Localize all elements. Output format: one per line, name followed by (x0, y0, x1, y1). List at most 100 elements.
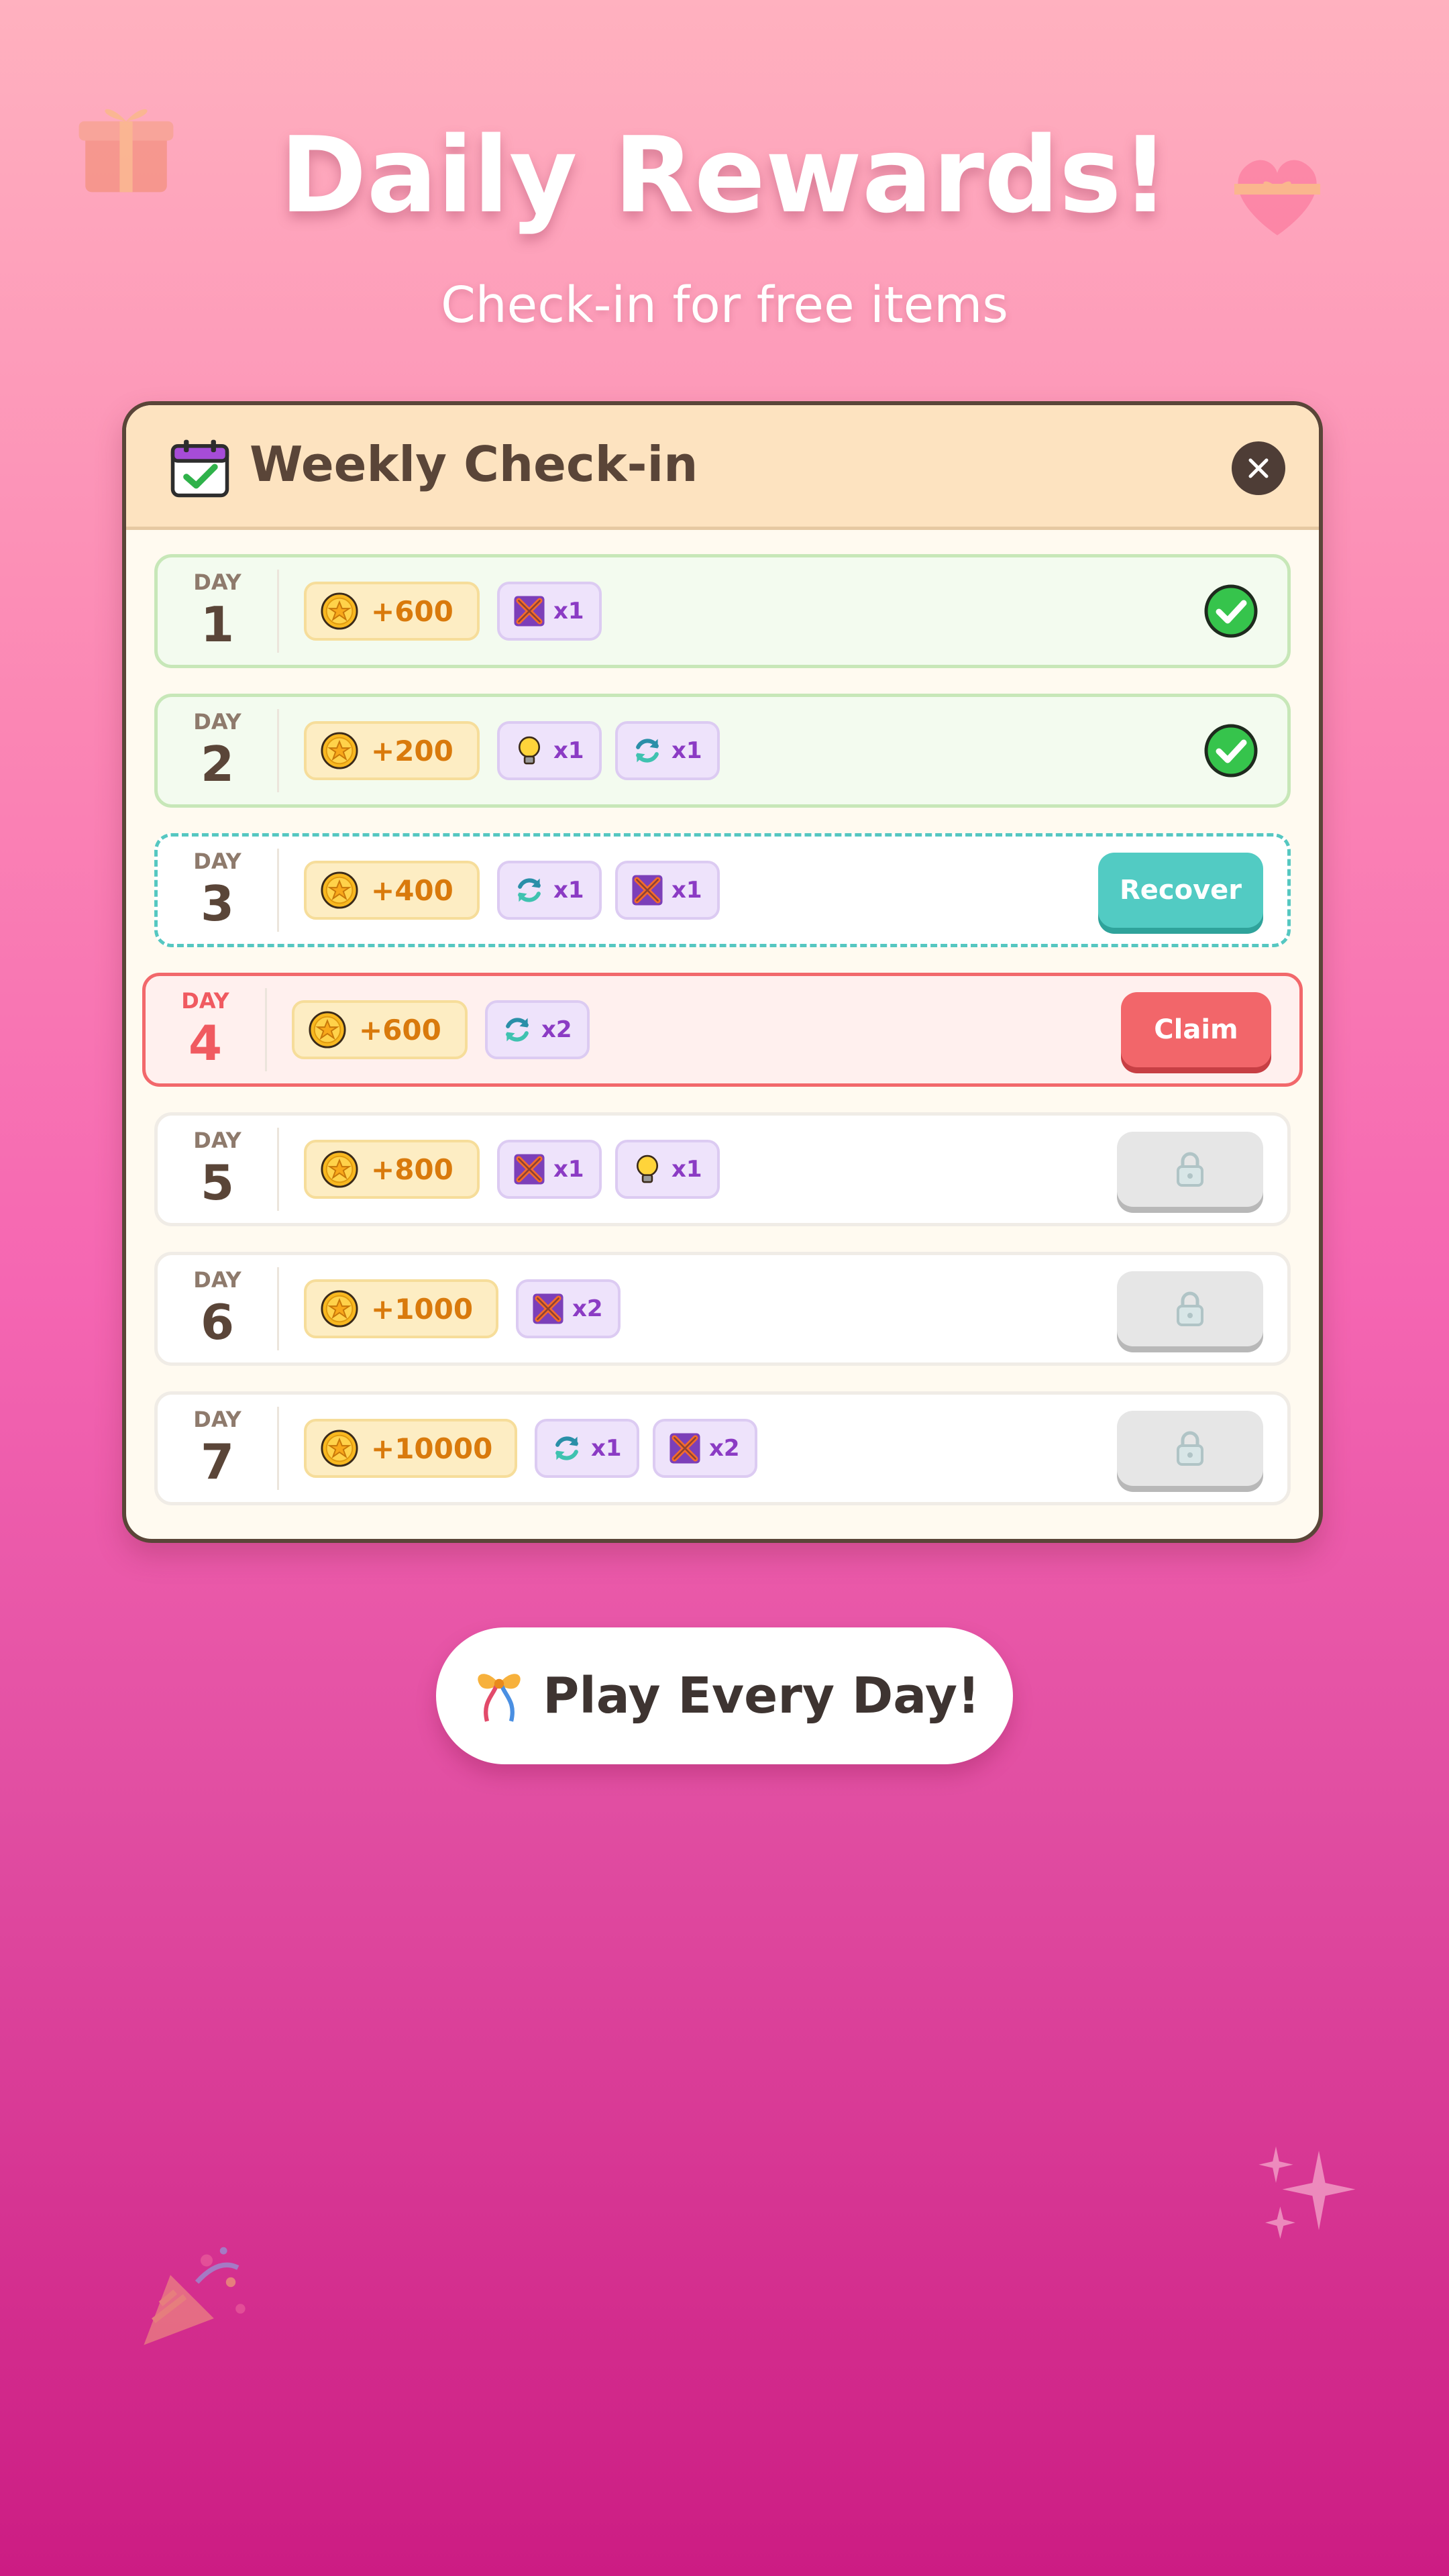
day-label-block: DAY 3 (158, 837, 277, 944)
claimed-check (1203, 722, 1259, 779)
refresh-icon (506, 1018, 529, 1042)
day-row-7: DAY 7 +10000 x1 x2 (154, 1391, 1291, 1505)
locked-button[interactable] (1117, 1411, 1263, 1486)
day-label: DAY (193, 1267, 241, 1293)
day-number: 7 (200, 1434, 235, 1490)
play-every-day-button[interactable]: Play Every Day! (436, 1627, 1013, 1764)
recover-button[interactable]: Recover (1098, 853, 1263, 928)
item-quantity: x1 (672, 877, 702, 904)
card-title: Weekly Check-in (250, 436, 698, 492)
play-every-day-label: Play Every Day! (543, 1667, 980, 1725)
item-reward: x1 (497, 1140, 602, 1199)
divider (277, 1128, 279, 1211)
page-subtitle: Check-in for free items (441, 276, 1008, 334)
item-quantity: x2 (572, 1295, 603, 1322)
day-number: 6 (200, 1294, 235, 1350)
day-row-3: DAY 3 +400 x1 x1 Recover (154, 833, 1291, 947)
day-label-block: DAY 2 (158, 697, 277, 804)
hint-bulb-icon (518, 736, 541, 765)
page-title: Daily Rewards! (280, 114, 1169, 236)
shuffle-icon (632, 875, 663, 906)
calendar-check-icon (170, 439, 229, 498)
coin-amount: +400 (371, 873, 453, 907)
lock-icon (1177, 1291, 1203, 1326)
day-label-block: DAY 1 (158, 557, 277, 665)
day-label-block: DAY 5 (158, 1116, 277, 1223)
day-label: DAY (181, 988, 229, 1014)
day-number: 2 (200, 736, 235, 792)
day-label: DAY (193, 849, 241, 874)
item-quantity: x1 (672, 1156, 702, 1183)
divider (277, 570, 279, 653)
close-button[interactable] (1232, 441, 1285, 495)
divider (277, 1267, 279, 1350)
item-quantity: x2 (541, 1016, 572, 1043)
coin-icon (321, 1150, 358, 1188)
hint-bulb-icon (636, 1155, 659, 1183)
item-reward: x1 (615, 861, 720, 920)
day-number: 4 (188, 1015, 223, 1071)
claimed-check (1203, 583, 1259, 639)
divider (277, 709, 279, 792)
coin-icon (321, 871, 358, 909)
item-quantity: x1 (553, 737, 584, 764)
item-reward: x1 (615, 721, 720, 780)
coin-icon (309, 1011, 346, 1049)
divider (277, 1407, 279, 1490)
coin-icon (321, 1430, 358, 1467)
coin-amount: +600 (359, 1013, 441, 1046)
locked-button[interactable] (1117, 1132, 1263, 1207)
day-number: 1 (200, 596, 235, 653)
refresh-icon (555, 1436, 578, 1460)
coin-reward: +400 (304, 861, 480, 920)
coin-amount: +800 (371, 1152, 453, 1186)
day-label: DAY (193, 570, 241, 595)
claim-button[interactable]: Claim (1121, 992, 1271, 1067)
shuffle-icon (514, 1154, 545, 1185)
coin-amount: +10000 (371, 1432, 493, 1465)
party-popper-icon (144, 2247, 246, 2345)
ribbon-icon (478, 1674, 521, 1722)
close-icon (1248, 458, 1269, 478)
item-reward: x1 (615, 1140, 720, 1199)
coin-reward: +600 (292, 1000, 468, 1059)
shuffle-icon (669, 1433, 700, 1464)
shuffle-icon (533, 1293, 564, 1324)
coin-reward: +200 (304, 721, 480, 780)
check-icon (1204, 584, 1258, 638)
day-label-block: DAY 7 (158, 1395, 277, 1502)
day-label: DAY (193, 1128, 241, 1153)
shuffle-icon (514, 596, 545, 627)
item-quantity: x1 (553, 598, 584, 625)
item-quantity: x1 (553, 1156, 584, 1183)
day-label-block: DAY 6 (158, 1255, 277, 1362)
divider (265, 988, 267, 1071)
item-quantity: x1 (672, 737, 702, 764)
item-reward: x1 (497, 861, 602, 920)
day-number: 3 (200, 875, 235, 932)
sparkles-icon (1258, 2146, 1356, 2239)
day-row-1: DAY 1 +600 x1 (154, 554, 1291, 668)
item-reward: x1 (497, 721, 602, 780)
locked-button[interactable] (1117, 1271, 1263, 1346)
day-label: DAY (193, 1407, 241, 1432)
coin-reward: +800 (304, 1140, 480, 1199)
coin-reward: +600 (304, 582, 480, 641)
coin-amount: +1000 (371, 1292, 474, 1326)
card-header: Weekly Check-in (126, 405, 1319, 530)
day-row-5: DAY 5 +800 x1 x1 (154, 1112, 1291, 1226)
refresh-icon (636, 739, 659, 763)
coin-amount: +200 (371, 734, 453, 767)
weekly-checkin-card: Weekly Check-in DAY 1 +600 x1 DAY 2 +200 x1 x1 DA… (122, 401, 1323, 1543)
item-quantity: x2 (709, 1435, 740, 1462)
coin-reward: +10000 (304, 1419, 517, 1478)
item-reward: x1 (497, 582, 602, 641)
item-reward: x2 (653, 1419, 757, 1478)
item-quantity: x1 (591, 1435, 622, 1462)
coin-amount: +600 (371, 594, 453, 628)
coin-icon (321, 592, 358, 630)
check-icon (1204, 724, 1258, 777)
day-row-4: DAY 4 +600 x2 Claim (142, 973, 1303, 1087)
lock-icon (1177, 1152, 1203, 1187)
day-label: DAY (193, 709, 241, 735)
